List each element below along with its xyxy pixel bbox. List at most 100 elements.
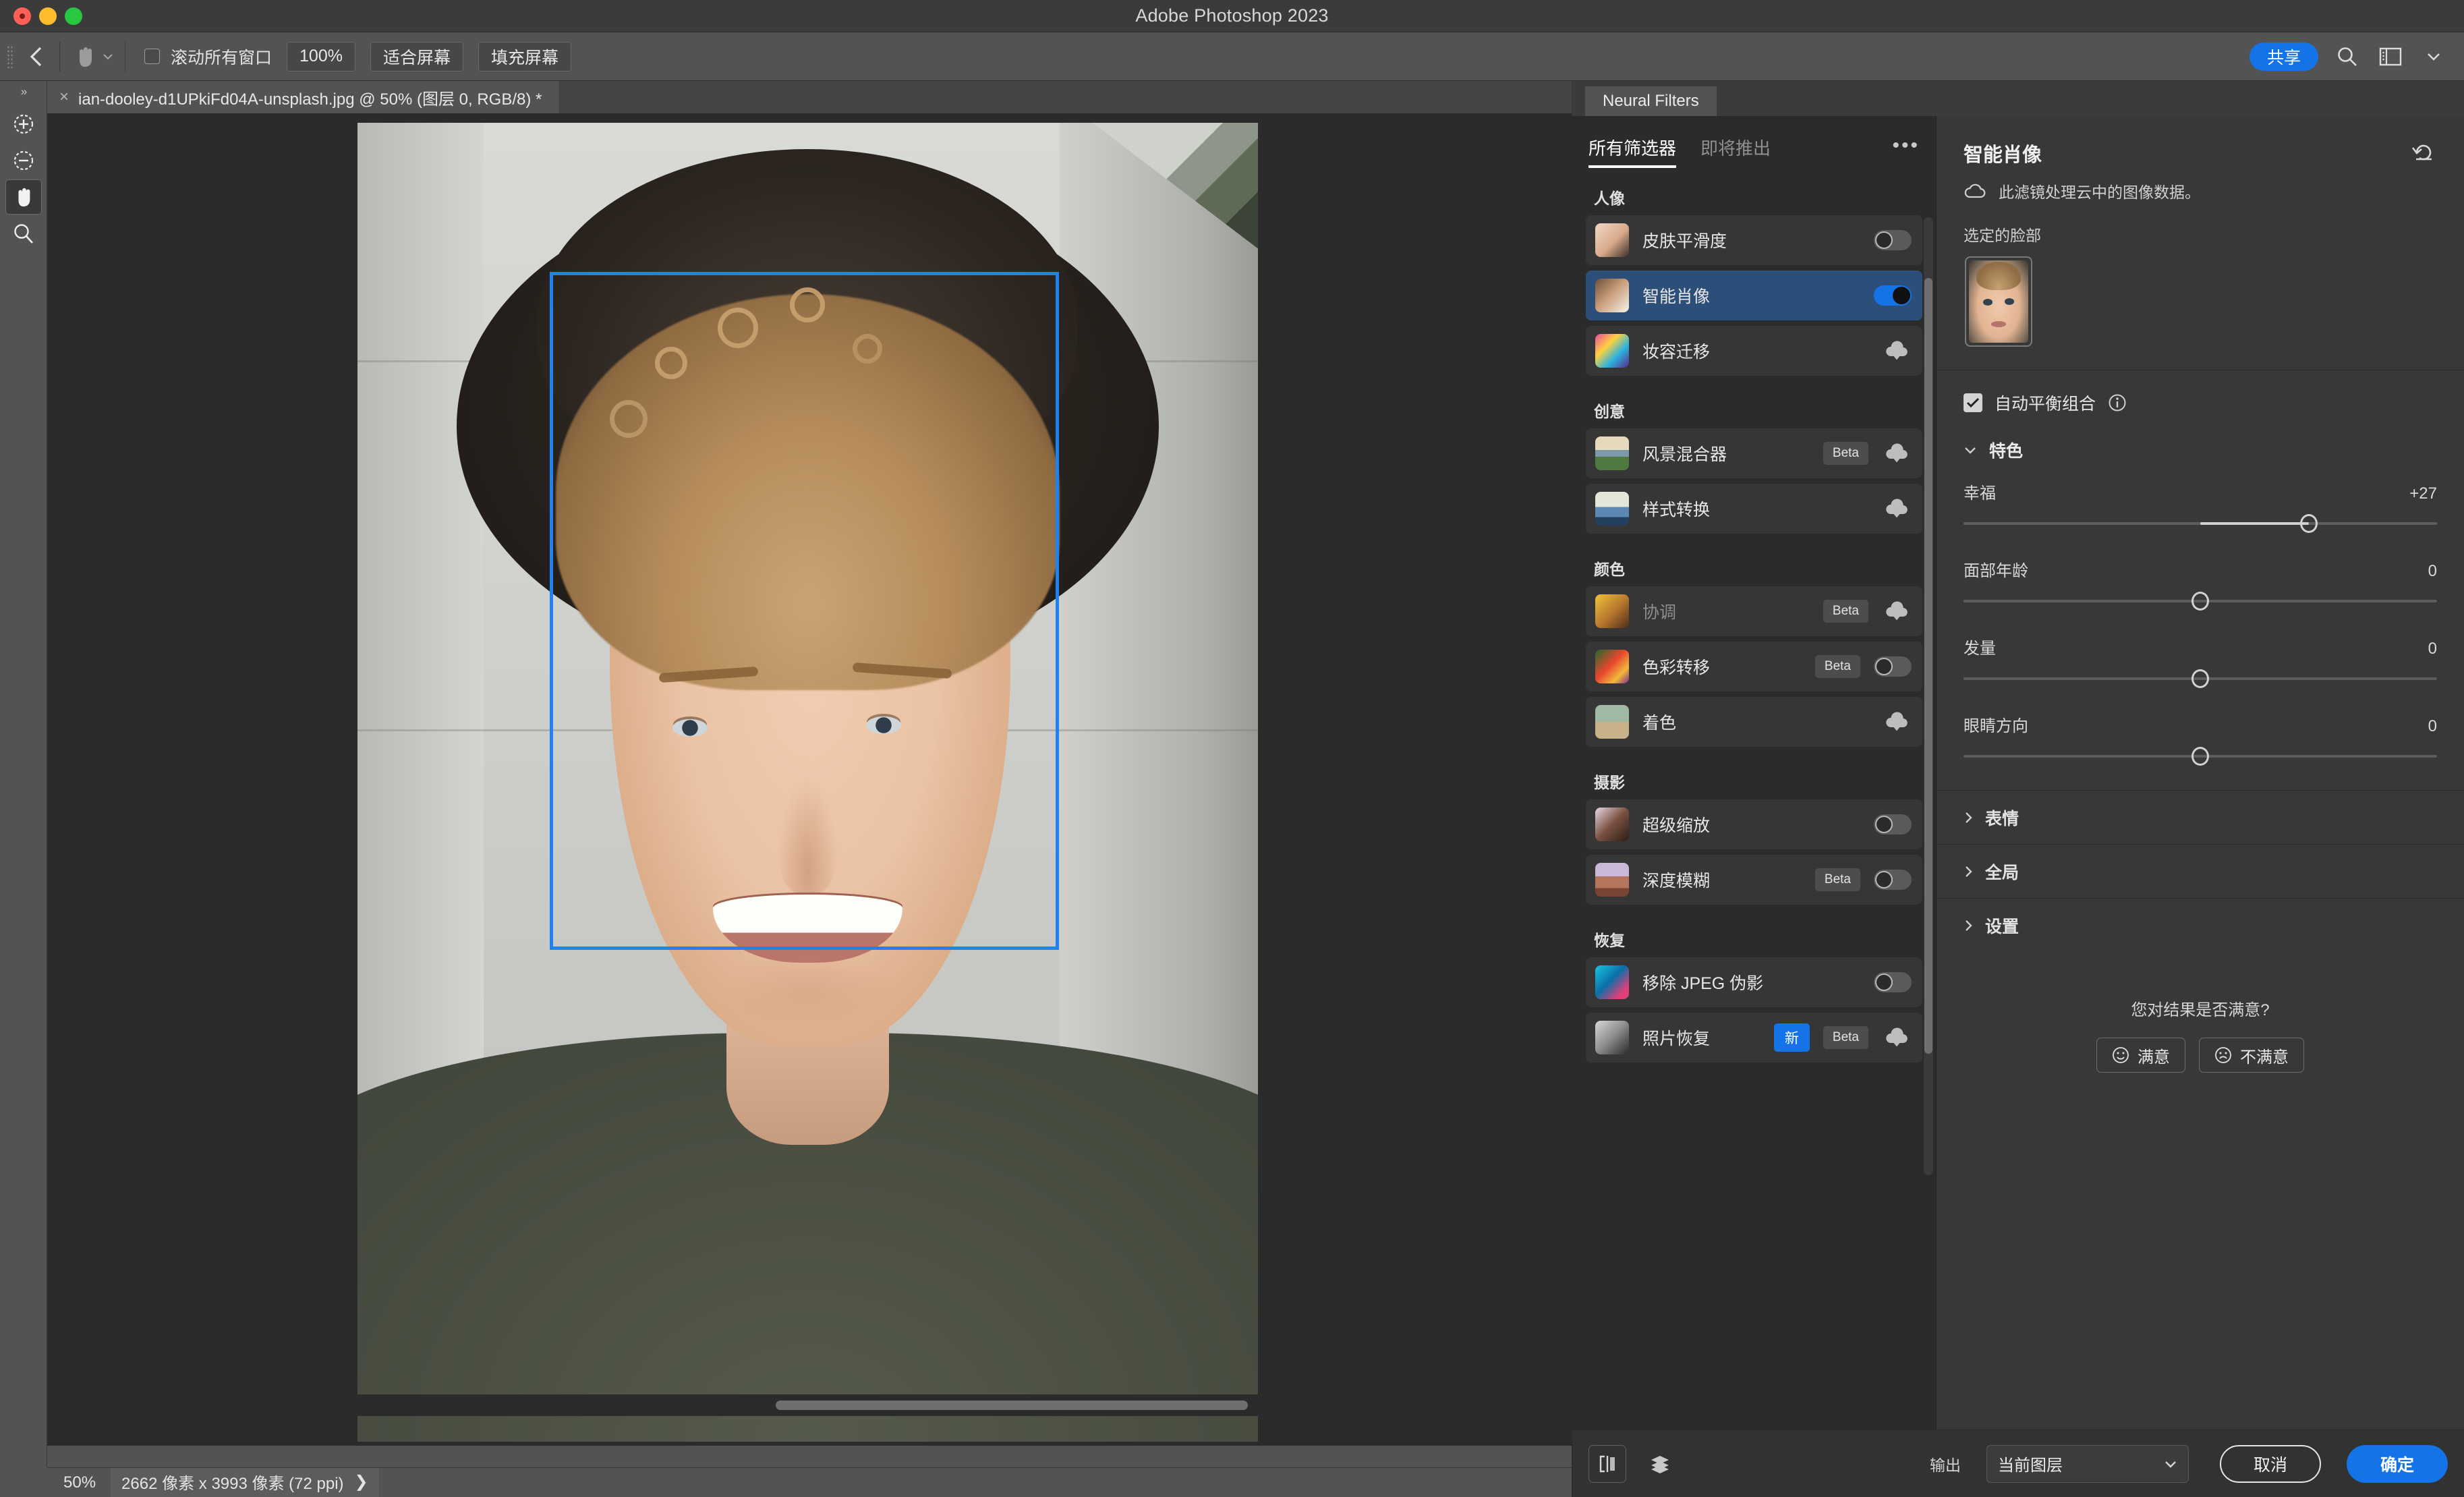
zoom-in-tool[interactable] <box>5 107 42 142</box>
collapsed-sections: 表情 全局 设置 <box>1937 790 2464 952</box>
hand-tool[interactable] <box>5 179 42 215</box>
filter-row[interactable]: 深度模糊 Beta <box>1586 855 1922 905</box>
toolbar-overflow-icon[interactable]: » <box>21 85 28 98</box>
filter-toggle[interactable] <box>1874 230 1912 250</box>
filter-toggle[interactable] <box>1874 814 1912 835</box>
toggle-knob <box>1875 658 1893 675</box>
output-select[interactable]: 当前图层 <box>1986 1444 2189 1483</box>
filter-row[interactable]: 样式转换 <box>1586 484 1922 534</box>
slider-handle[interactable] <box>2191 747 2209 766</box>
filter-list-scroll-thumb[interactable] <box>1924 278 1932 1054</box>
tab-all-filters[interactable]: 所有筛选器 <box>1588 135 1677 168</box>
zoom-100-button[interactable]: 100% <box>287 41 355 72</box>
beta-badge: Beta <box>1823 600 1868 623</box>
cloud-download-icon[interactable] <box>1882 600 1912 623</box>
zoom-tool[interactable] <box>5 216 42 251</box>
tab-neural-filters[interactable]: Neural Filters <box>1585 86 1717 116</box>
filter-row[interactable]: 妆容迁移 <box>1586 326 1922 376</box>
filter-list-overflow-icon[interactable]: ••• <box>1892 135 1920 161</box>
slider-fill <box>2200 522 2310 525</box>
slider-handle[interactable] <box>2191 669 2209 688</box>
filter-toggle[interactable] <box>1874 656 1912 677</box>
close-icon[interactable]: × <box>59 88 69 107</box>
status-zoom-level[interactable]: 50% <box>63 1473 96 1492</box>
filter-row[interactable]: 色彩转移 Beta <box>1586 642 1922 691</box>
chevron-down-icon[interactable] <box>2419 43 2448 71</box>
options-bar: 滚动所有窗口 100% 适合屏幕 填充屏幕 共享 <box>0 32 2464 81</box>
canvas-horizontal-scrollbar[interactable] <box>94 1394 1572 1416</box>
slider-track[interactable] <box>1964 590 2437 612</box>
photo-restoration-thumb <box>1595 1021 1629 1054</box>
tool-options-chevron-icon[interactable] <box>101 47 115 67</box>
fit-screen-button[interactable]: 适合屏幕 <box>370 41 463 72</box>
filter-name: 着色 <box>1642 714 1677 733</box>
filter-row[interactable]: 协调 Beta <box>1586 586 1922 636</box>
slider-track[interactable] <box>1964 745 2437 767</box>
filter-row[interactable]: 照片恢复 新 Beta <box>1586 1013 1922 1063</box>
document-tab[interactable]: × ian-dooley-d1UPkiFd04A-unsplash.jpg @ … <box>47 81 561 113</box>
slider-track[interactable] <box>1964 513 2437 534</box>
layers-stack-icon[interactable] <box>1641 1445 1679 1483</box>
slider-handle[interactable] <box>2191 592 2209 611</box>
workspace-icon[interactable] <box>2376 43 2405 71</box>
satisfied-button[interactable]: 满意 <box>2096 1038 2185 1073</box>
canvas-horizontal-scroll-thumb[interactable] <box>776 1401 1248 1410</box>
cloud-download-icon[interactable] <box>1882 339 1912 362</box>
collapsed-section-header[interactable]: 全局 <box>1937 844 2464 898</box>
section-header-features[interactable]: 特色 <box>1937 415 2464 462</box>
auto-balance-checkbox-row[interactable]: 自动平衡组合 <box>1937 370 2464 415</box>
slider-header: 眼睛方向 0 <box>1964 712 2437 736</box>
cloud-download-icon[interactable] <box>1882 1026 1912 1049</box>
selected-face-thumbnail[interactable] <box>1965 256 2032 347</box>
filter-list-scrollbar[interactable] <box>1924 217 1933 1175</box>
slider-handle[interactable] <box>2300 514 2318 533</box>
info-icon[interactable] <box>2108 393 2127 412</box>
chevron-right-icon[interactable]: ❯ <box>355 1472 368 1492</box>
collapsed-section-header[interactable]: 设置 <box>1937 898 2464 952</box>
share-button[interactable]: 共享 <box>2249 42 2318 71</box>
zoom-out-tool[interactable] <box>5 143 42 178</box>
filter-row[interactable]: 智能肖像 <box>1586 271 1922 320</box>
back-chevron-icon[interactable] <box>23 43 50 70</box>
satisfaction-buttons: 满意 不满意 <box>1937 1038 2464 1073</box>
filter-row[interactable]: 超级缩放 <box>1586 799 1922 849</box>
fill-screen-button[interactable]: 填充屏幕 <box>478 41 571 72</box>
slider-track[interactable] <box>1964 668 2437 689</box>
satisfied-label: 满意 <box>2138 1048 2170 1067</box>
search-icon[interactable] <box>2333 43 2361 71</box>
filter-row[interactable]: 风景混合器 Beta <box>1586 428 1922 478</box>
chevron-down-icon <box>2164 1459 2177 1469</box>
filter-toggle[interactable] <box>1874 285 1912 306</box>
split-preview-icon[interactable] <box>1588 1444 1626 1483</box>
status-dimensions[interactable]: 2662 像素 x 3993 像素 (72 ppi) ❯ <box>111 1468 379 1497</box>
reset-icon[interactable] <box>2410 139 2437 166</box>
face-bounding-box[interactable] <box>550 272 1059 950</box>
filter-row[interactable]: 着色 <box>1586 697 1922 747</box>
toggle-knob <box>1875 973 1893 991</box>
toggle-knob <box>1875 231 1893 249</box>
filter-row[interactable]: 移除 JPEG 伪影 <box>1586 957 1922 1007</box>
style-transfer-thumb <box>1595 492 1629 526</box>
dissatisfied-button[interactable]: 不满意 <box>2199 1038 2304 1073</box>
face-thumbnail-image <box>1969 260 2028 343</box>
ok-button[interactable]: 确定 <box>2347 1444 2448 1483</box>
collapsed-section-header[interactable]: 表情 <box>1937 790 2464 844</box>
filter-group-title: 摄影 <box>1594 774 1625 791</box>
filter-toggle[interactable] <box>1874 870 1912 890</box>
cloud-download-icon[interactable] <box>1882 710 1912 733</box>
cloud-download-icon[interactable] <box>1882 442 1912 465</box>
auto-balance-checkbox[interactable] <box>1964 393 1982 412</box>
scroll-all-windows-group[interactable]: 滚动所有窗口 <box>144 45 272 69</box>
tab-coming-soon[interactable]: 即将推出 <box>1700 135 1771 168</box>
options-bar-grip[interactable] <box>7 45 13 68</box>
filter-row[interactable]: 皮肤平滑度 <box>1586 215 1922 265</box>
slider-header: 发量 0 <box>1964 635 2437 658</box>
scroll-all-windows-checkbox[interactable] <box>144 49 160 64</box>
filter-name: 照片恢复 <box>1642 1029 1711 1048</box>
cloud-download-icon[interactable] <box>1882 497 1912 520</box>
slider-row: 幸福 +27 <box>1964 480 2437 534</box>
filter-toggle[interactable] <box>1874 972 1912 992</box>
canvas-area[interactable] <box>47 113 1572 1446</box>
hand-tool-icon[interactable] <box>69 42 101 72</box>
cancel-button[interactable]: 取消 <box>2220 1444 2321 1483</box>
